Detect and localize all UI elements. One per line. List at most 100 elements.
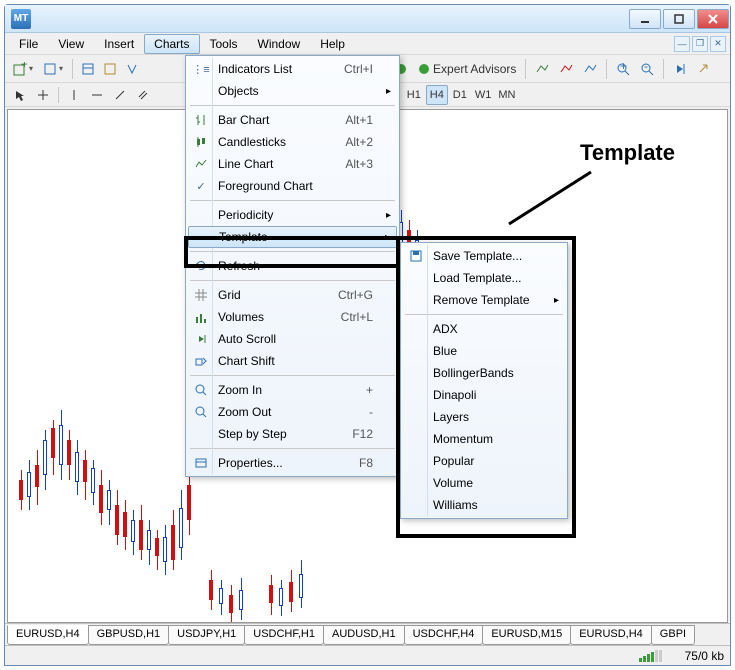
menu-file[interactable]: File [9, 34, 48, 54]
menubar: File View Insert Charts Tools Window Hel… [5, 33, 730, 55]
zoom-out-button[interactable]: - [636, 58, 658, 80]
template-submenu: Save Template... Load Template... Remove… [400, 242, 568, 519]
charts-dropdown-menu: ⋮≡Indicators ListCtrl+I Objects▸ Bar Cha… [185, 55, 400, 477]
menu-step-by-step[interactable]: Step by StepF12 [188, 423, 397, 445]
template-item-layers[interactable]: Layers [403, 406, 565, 428]
menu-template[interactable]: Template▸ [188, 226, 397, 248]
refresh-icon [192, 257, 210, 275]
menu-window[interactable]: Window [248, 34, 311, 54]
menu-tools[interactable]: Tools [200, 34, 248, 54]
hline-button[interactable] [86, 85, 108, 105]
template-item-momentum[interactable]: Momentum [403, 428, 565, 450]
shift-end-button[interactable] [669, 58, 691, 80]
app-icon: MT [11, 9, 31, 29]
menu-objects[interactable]: Objects▸ [188, 80, 397, 102]
navigator-button[interactable] [122, 58, 142, 80]
chart-tab[interactable]: GBPI [651, 625, 695, 645]
timeframe-w1[interactable]: W1 [472, 85, 495, 105]
grid-icon [192, 286, 210, 304]
template-item-williams[interactable]: Williams [403, 494, 565, 516]
save-template-icon [407, 247, 425, 265]
zoomout-icon [192, 403, 210, 421]
vline-button[interactable] [63, 85, 85, 105]
menu-indicators-list[interactable]: ⋮≡Indicators ListCtrl+I [188, 58, 397, 80]
menu-line-chart[interactable]: Line ChartAlt+3 [188, 153, 397, 175]
svg-text:+: + [21, 62, 27, 71]
template-item-volume[interactable]: Volume [403, 472, 565, 494]
menu-charts[interactable]: Charts [144, 34, 199, 54]
auto-scroll-button[interactable] [693, 58, 715, 80]
chartshift-icon [192, 352, 210, 370]
menu-save-template[interactable]: Save Template... [403, 245, 565, 267]
mdi-restore-button[interactable]: ❐ [692, 36, 708, 52]
chart-tab[interactable]: EURUSD,M15 [482, 625, 571, 645]
menu-refresh[interactable]: Refresh [188, 255, 397, 277]
template-item-popular[interactable]: Popular [403, 450, 565, 472]
connection-bars-icon [639, 650, 679, 662]
data-window-button[interactable] [100, 58, 120, 80]
template-item-dinapoli[interactable]: Dinapoli [403, 384, 565, 406]
zoomin-icon [192, 381, 210, 399]
chart-tab[interactable]: EURUSD,H4 [570, 625, 652, 645]
volumes-icon [192, 308, 210, 326]
menu-bar-chart[interactable]: Bar ChartAlt+1 [188, 109, 397, 131]
line-chart-icon [192, 155, 210, 173]
channel-button[interactable] [132, 85, 154, 105]
new-chart-button[interactable]: +▾ [9, 58, 37, 80]
timeframe-mn[interactable]: MN [495, 85, 518, 105]
zoom-in-button[interactable]: + [612, 58, 634, 80]
chart-tab[interactable]: EURUSD,H4 [7, 625, 89, 645]
menu-candlesticks[interactable]: CandlesticksAlt+2 [188, 131, 397, 153]
expert-advisors-button[interactable]: Expert Advisors [414, 58, 520, 80]
market-watch-button[interactable] [78, 58, 98, 80]
chart-tab[interactable]: AUDUSD,H1 [323, 625, 405, 645]
cursor-button[interactable] [9, 85, 31, 105]
titlebar: MT [5, 5, 730, 33]
menu-remove-template[interactable]: Remove Template▸ [403, 289, 565, 311]
minimize-button[interactable] [629, 9, 661, 29]
svg-text:-: - [644, 62, 648, 73]
timeframe-h4[interactable]: H4 [426, 85, 448, 105]
menu-view[interactable]: View [48, 34, 94, 54]
menu-periodicity[interactable]: Periodicity▸ [188, 204, 397, 226]
indicator-3-button[interactable] [579, 58, 601, 80]
template-item-blue[interactable]: Blue [403, 340, 565, 362]
timeframe-d1[interactable]: D1 [449, 85, 471, 105]
trendline-button[interactable] [109, 85, 131, 105]
properties-icon [192, 454, 210, 472]
autoscroll-icon [192, 330, 210, 348]
annotation-label: Template [580, 140, 675, 166]
timeframe-h1[interactable]: H1 [403, 85, 425, 105]
chart-tab[interactable]: USDCHF,H4 [404, 625, 484, 645]
menu-help[interactable]: Help [310, 34, 355, 54]
menu-zoom-out[interactable]: Zoom Out- [188, 401, 397, 423]
menu-chart-shift[interactable]: Chart Shift [188, 350, 397, 372]
close-button[interactable] [697, 9, 729, 29]
menu-foreground-chart[interactable]: ✓Foreground Chart [188, 175, 397, 197]
chart-tab[interactable]: GBPUSD,H1 [88, 625, 170, 645]
checkmark-icon: ✓ [192, 177, 210, 195]
template-item-bollingerbands[interactable]: BollingerBands [403, 362, 565, 384]
menu-insert[interactable]: Insert [94, 34, 144, 54]
menu-volumes[interactable]: VolumesCtrl+L [188, 306, 397, 328]
mdi-close-button[interactable]: ✕ [710, 36, 726, 52]
bar-chart-icon [192, 111, 210, 129]
menu-zoom-in[interactable]: Zoom In+ [188, 379, 397, 401]
maximize-button[interactable] [663, 9, 695, 29]
indicator-2-button[interactable] [555, 58, 577, 80]
annotation-arrow-icon [505, 168, 595, 228]
template-item-adx[interactable]: ADX [403, 318, 565, 340]
candlestick-icon [192, 133, 210, 151]
menu-properties[interactable]: Properties...F8 [188, 452, 397, 474]
mdi-minimize-button[interactable]: — [674, 36, 690, 52]
menu-grid[interactable]: GridCtrl+G [188, 284, 397, 306]
crosshair-button[interactable] [32, 85, 54, 105]
chart-tab[interactable]: USDJPY,H1 [168, 625, 245, 645]
profile-button[interactable]: ▾ [39, 58, 67, 80]
chart-tab[interactable]: USDCHF,H1 [244, 625, 324, 645]
menu-load-template[interactable]: Load Template... [403, 267, 565, 289]
indicator-1-button[interactable] [531, 58, 553, 80]
status-traffic: 75/0 kb [685, 649, 724, 663]
indicators-icon: ⋮≡ [192, 60, 210, 78]
menu-auto-scroll[interactable]: Auto Scroll [188, 328, 397, 350]
